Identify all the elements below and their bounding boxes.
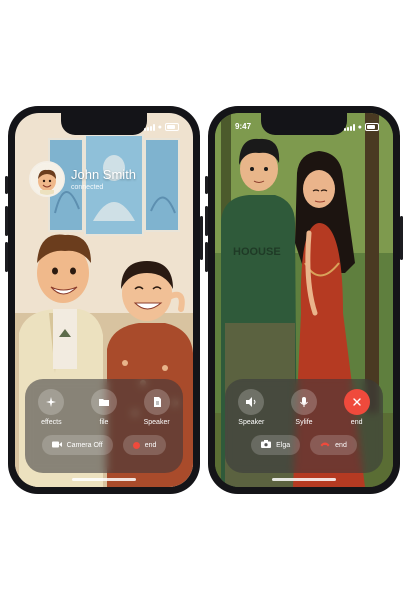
avatar [29, 161, 65, 197]
video-camera-icon [51, 441, 62, 450]
wifi-icon: ● [157, 123, 162, 131]
mute-switch [205, 176, 208, 194]
hoodie-text: HOOUSE [233, 246, 281, 258]
volume-down-button [5, 242, 8, 272]
battery-icon [165, 123, 179, 131]
signal-icon [143, 123, 155, 131]
speaker-button[interactable]: Speaker [226, 389, 276, 426]
mute-label: Sylife [295, 419, 313, 426]
right-phone: HOOUSE 9:47 ● Speaker Sylife end Elga en… [205, 106, 403, 494]
red-dot-icon [132, 441, 140, 449]
speaker-button[interactable]: Speaker [132, 389, 182, 426]
volume-up-button [5, 206, 8, 236]
end-call-pill-button[interactable]: end [310, 435, 357, 455]
call-controls-panel: effects file Speaker Camera Off end [25, 379, 183, 473]
mute-button[interactable]: Sylife [279, 389, 329, 426]
right-call-screen: HOOUSE 9:47 ● Speaker Sylife end Elga en… [215, 113, 393, 487]
end-pill-label: end [335, 441, 347, 449]
document-icon [143, 389, 170, 415]
camera-icon [261, 440, 272, 450]
microphone-icon [290, 389, 317, 415]
end-label: end [350, 419, 363, 426]
home-indicator[interactable] [72, 478, 136, 481]
volume-down-button [205, 242, 208, 272]
end-label: end [144, 441, 157, 449]
status-bar: 9:47 ● [215, 122, 393, 134]
camera-off-label: Camera Off [66, 441, 103, 449]
battery-icon [365, 123, 379, 131]
camera-label: Elga [276, 441, 291, 449]
effects-button[interactable]: effects [26, 389, 76, 426]
hang-up-icon [320, 441, 330, 449]
status-time: 9:47 [235, 122, 252, 131]
end-call-button[interactable]: end [332, 389, 382, 426]
left-call-screen: ● John Smith connected effects file Spea… [15, 113, 193, 487]
folder-icon [90, 389, 117, 415]
effects-label: effects [41, 419, 62, 426]
caller-info: John Smith connected [29, 161, 136, 197]
power-button [400, 216, 403, 260]
home-indicator[interactable] [272, 478, 336, 481]
speaker-icon [238, 389, 265, 415]
signal-icon [343, 123, 355, 131]
file-button[interactable]: file [79, 389, 129, 426]
caller-name: John Smith [71, 167, 137, 182]
wifi-icon: ● [357, 123, 362, 131]
camera-button[interactable]: Elga [251, 435, 301, 455]
camera-off-button[interactable]: Camera Off [41, 435, 113, 455]
call-controls-panel: Speaker Sylife end Elga end [225, 379, 383, 473]
speaker-label: Speaker [143, 419, 170, 426]
power-button [200, 216, 203, 260]
speaker-label: Speaker [238, 419, 265, 426]
volume-up-button [205, 206, 208, 236]
file-label: file [99, 419, 109, 426]
close-icon [343, 389, 370, 415]
call-status: connected [71, 184, 104, 191]
status-bar: ● [15, 122, 193, 134]
mute-switch [5, 176, 8, 194]
end-call-button[interactable]: end [122, 435, 167, 455]
sparkle-icon [38, 389, 65, 415]
left-phone: ● John Smith connected effects file Spea… [5, 106, 203, 494]
